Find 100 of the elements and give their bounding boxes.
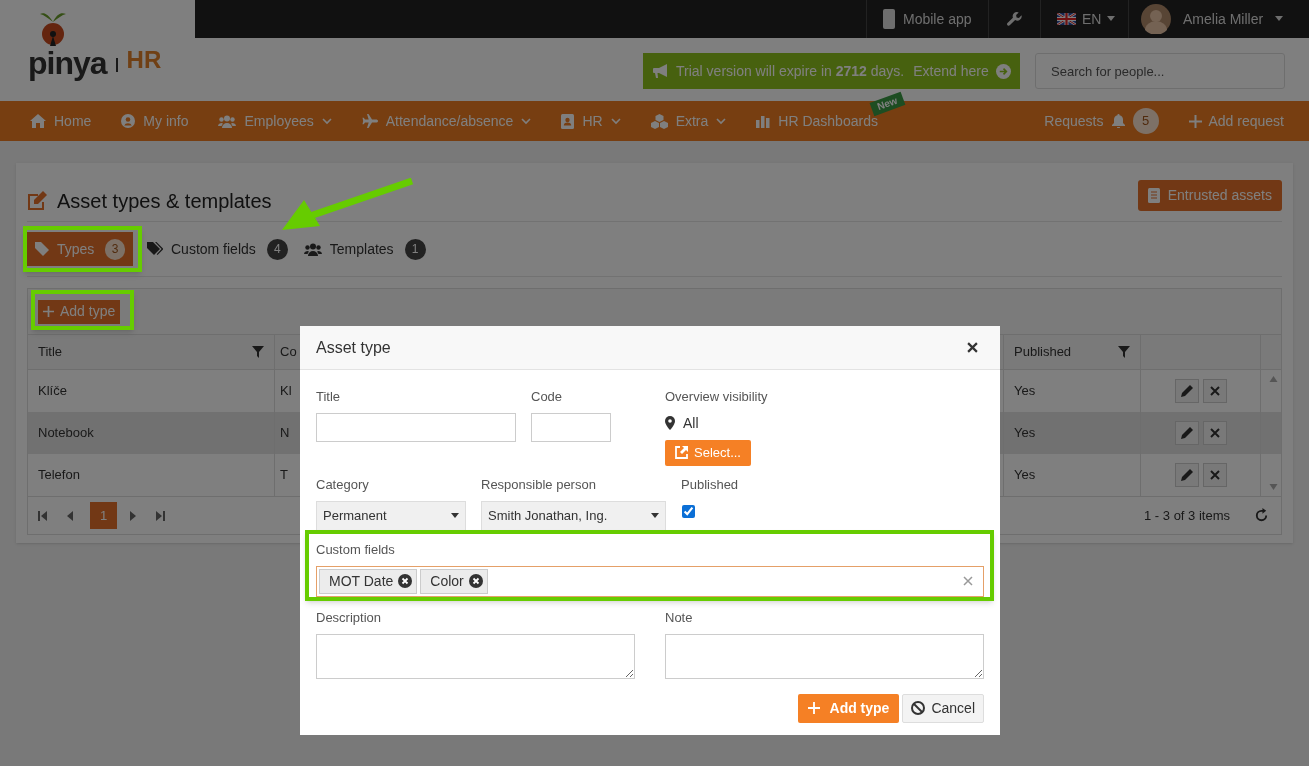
tab[interactable]: Types 3	[27, 232, 133, 266]
table-cell-text: Kl	[280, 382, 292, 401]
published-checkbox[interactable]	[682, 504, 695, 518]
cubes-icon	[650, 113, 668, 129]
tag-chip[interactable]: MOT Date	[319, 568, 418, 594]
requests-count: 5	[1132, 108, 1159, 134]
pencil-icon	[1180, 427, 1193, 439]
edit-button[interactable]	[1174, 379, 1199, 403]
close-icon	[1209, 470, 1220, 480]
clear-icon	[963, 576, 973, 586]
column-header[interactable]: Title	[28, 335, 275, 369]
close-icon	[1209, 428, 1220, 438]
plus-icon	[1188, 114, 1202, 128]
tags-icon	[147, 242, 163, 256]
scroll-down-icon	[1269, 484, 1278, 490]
menu-item[interactable]: Home	[30, 110, 92, 132]
field-label: Published	[681, 476, 739, 494]
next-page-icon	[129, 510, 137, 521]
field-label: Description	[316, 609, 383, 627]
items-summary: 1 - 3 of 3 items	[1144, 506, 1230, 525]
custom-fields-input[interactable]: MOT Date Color	[316, 565, 984, 597]
field-label: Code	[531, 388, 564, 406]
menu-item[interactable]: HR	[561, 110, 621, 132]
tab[interactable]: Custom fields 4	[145, 232, 290, 266]
remove-icon	[398, 574, 413, 588]
last-page-icon	[155, 510, 165, 521]
menu-item[interactable]: Attendance/absence	[361, 110, 532, 132]
entrusted-assets-button[interactable]: Entrusted assets	[1137, 180, 1282, 211]
table-cell-text: N	[280, 424, 290, 443]
plane-icon	[361, 114, 378, 128]
logo-product: HR	[126, 45, 162, 75]
add-request-link[interactable]: Add request	[1188, 110, 1284, 132]
bar-chart-icon	[756, 114, 771, 128]
delete-button[interactable]	[1202, 463, 1227, 487]
megaphone-icon	[653, 64, 669, 78]
caret-icon	[1275, 16, 1284, 22]
phone-icon	[883, 9, 895, 29]
field-label: Custom fields	[316, 541, 396, 559]
book-icon	[1147, 188, 1160, 203]
add-type-button[interactable]: Add type	[797, 693, 900, 723]
count-badge: 3	[105, 238, 125, 260]
first-page-icon	[38, 510, 48, 521]
note-field[interactable]	[665, 633, 984, 679]
search-field[interactable]: Search for people...	[1035, 53, 1285, 89]
table-cell-text: Klíče	[38, 382, 67, 401]
select-button[interactable]: Select...	[665, 439, 751, 466]
visibility-value: All	[683, 413, 699, 433]
category-select[interactable]: Permanent	[316, 500, 466, 531]
menu-item[interactable]: My info	[121, 110, 189, 132]
page-title: Asset types & templates	[57, 188, 272, 214]
delete-button[interactable]	[1202, 421, 1227, 445]
remove-icon	[468, 574, 483, 588]
table-cell-text: Yes	[1014, 382, 1036, 401]
close-icon	[966, 342, 978, 353]
tab[interactable]: Templates 1	[301, 232, 428, 266]
avatar-icon	[1141, 4, 1171, 34]
map-pin-icon	[665, 416, 675, 430]
table-cell-text: Yes	[1014, 424, 1036, 443]
table-cell-text: Notebook	[38, 424, 94, 443]
code-field[interactable]	[531, 412, 611, 442]
table-cell-text: Telefon	[38, 466, 80, 485]
caret-icon	[651, 512, 659, 519]
edit-button[interactable]	[1174, 421, 1199, 445]
responsible-person-select[interactable]: Smith Jonathan, Ing.	[481, 500, 666, 531]
pencil-icon	[1180, 385, 1193, 397]
user-circle-icon	[121, 114, 136, 128]
edit-button[interactable]	[1174, 463, 1199, 487]
title-field[interactable]	[316, 412, 516, 442]
field-label: Note	[665, 609, 694, 627]
previous-page-icon	[66, 510, 74, 521]
table-cell-text: Yes	[1014, 466, 1036, 485]
requests-link[interactable]: Requests	[1044, 110, 1104, 132]
scroll-up-icon	[1269, 376, 1278, 382]
trial-message: Trial version will expire in 2712 days.	[676, 61, 905, 81]
contact-card-icon	[561, 113, 575, 129]
field-label: Title	[316, 388, 342, 406]
arrow-circle-icon	[995, 63, 1011, 79]
caret-icon	[451, 512, 459, 519]
description-field[interactable]	[316, 633, 635, 679]
tag-icon	[35, 242, 49, 256]
pencil-icon	[1180, 469, 1193, 481]
field-label: Category	[316, 476, 370, 494]
wrench-icon	[1007, 11, 1022, 27]
fruit-icon	[38, 10, 68, 46]
page-button[interactable]: 1	[90, 502, 117, 529]
menu-item[interactable]: Employees	[218, 110, 332, 132]
menu-item[interactable]: Extra	[650, 110, 727, 132]
field-label: Responsible person	[481, 476, 597, 494]
external-link-icon	[675, 446, 688, 459]
cancel-button[interactable]: Cancel	[902, 693, 984, 723]
caret-icon	[1107, 16, 1116, 22]
tag-chip[interactable]: Color	[420, 568, 488, 594]
plus-icon	[807, 702, 820, 714]
flag-icon	[1057, 13, 1076, 25]
logo-name: pinya	[28, 46, 107, 80]
delete-button[interactable]	[1202, 379, 1227, 403]
column-header[interactable]: Published	[1004, 335, 1141, 369]
add-type-button[interactable]: Add type	[38, 299, 121, 324]
count-badge: 4	[266, 238, 288, 260]
extend-link[interactable]: Extend here	[913, 60, 989, 82]
